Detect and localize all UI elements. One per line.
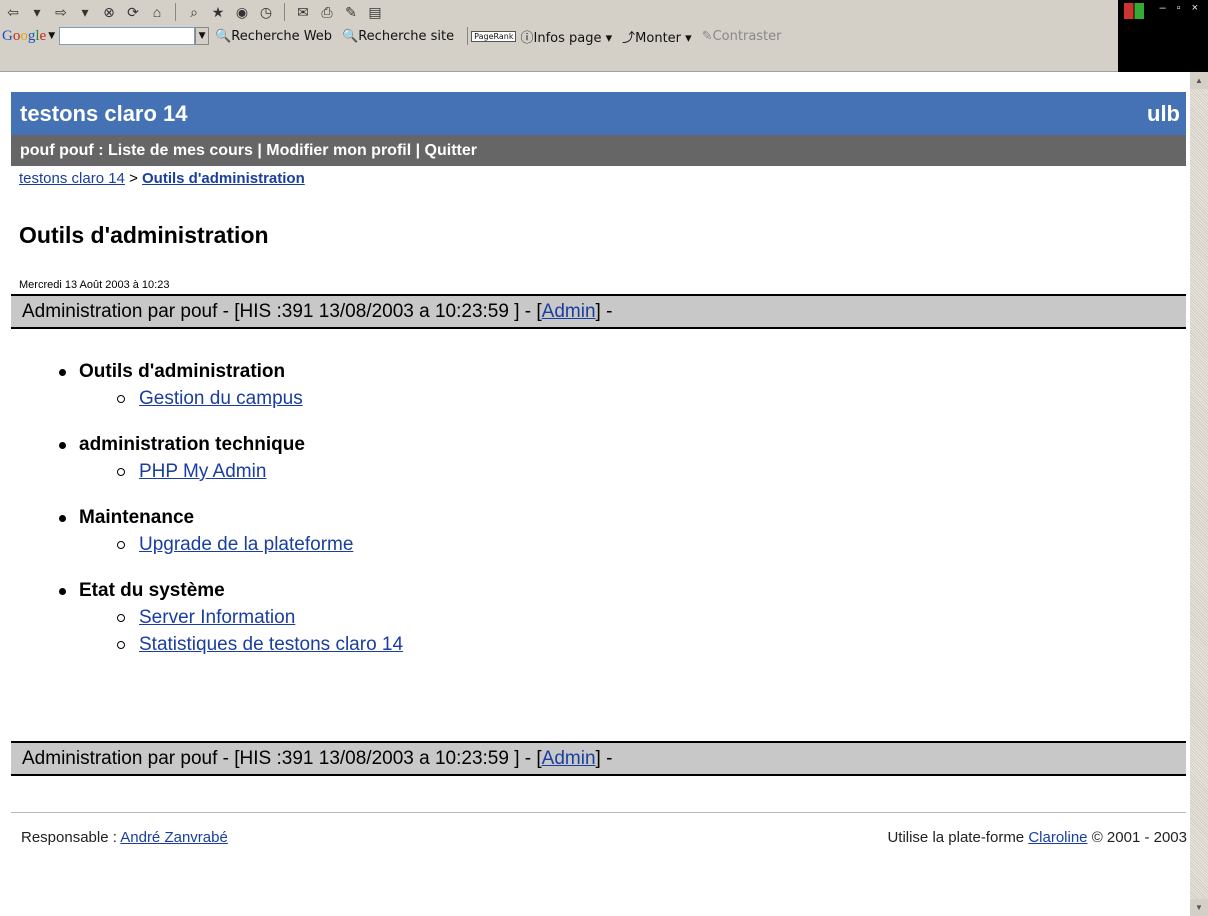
campus-management-link[interactable]: Gestion du campus bbox=[139, 388, 303, 409]
menu-category-title: administration technique bbox=[55, 431, 403, 458]
platform-upgrade-link[interactable]: Upgrade de la plateforme bbox=[139, 534, 353, 555]
edit-profile-link[interactable]: Modifier mon profil bbox=[266, 142, 411, 159]
menu-item: Server Information bbox=[55, 604, 403, 631]
search-history-dropdown-icon[interactable]: ▼ bbox=[195, 27, 210, 45]
forward-dropdown-icon[interactable]: ▾ bbox=[76, 3, 94, 21]
favorites-icon[interactable]: ★ bbox=[209, 3, 227, 21]
search-site-button[interactable]: 🔍Recherche site bbox=[342, 29, 454, 44]
edit-icon[interactable]: ✎ bbox=[342, 3, 360, 21]
toolbar-separator bbox=[175, 3, 176, 21]
print-icon[interactable]: ⎙ bbox=[318, 3, 336, 21]
menu-category: administration technique PHP My Admin bbox=[55, 431, 403, 485]
refresh-icon[interactable]: ⟳ bbox=[124, 3, 142, 21]
google-logo[interactable]: Google bbox=[2, 28, 46, 45]
stop-icon[interactable]: ⊗ bbox=[100, 3, 118, 21]
my-courses-link[interactable]: Liste de mes cours bbox=[108, 142, 253, 159]
site-name[interactable]: testons claro 14 bbox=[20, 101, 188, 127]
history-icon[interactable]: ◷ bbox=[257, 3, 275, 21]
search-web-button[interactable]: 🔍Recherche Web bbox=[215, 29, 332, 44]
discuss-icon[interactable]: ▤ bbox=[366, 3, 384, 21]
admin-link[interactable]: Admin bbox=[542, 748, 596, 769]
menu-item: Statistiques de testons claro 14 bbox=[55, 631, 403, 658]
breadcrumb: testons claro 14 > Outils d'administrati… bbox=[19, 170, 305, 187]
responsible-link[interactable]: André Zanvrabé bbox=[120, 829, 228, 846]
window-controls[interactable]: – ▫ × bbox=[1159, 2, 1202, 14]
back-icon[interactable]: ⇦ bbox=[4, 3, 22, 21]
windows-logo-icon bbox=[1124, 3, 1144, 19]
page-info-button[interactable]: ⓘInfos page ▾ bbox=[520, 27, 612, 46]
admin-status-bar-bottom: Administration par pouf - [HIS :391 13/0… bbox=[11, 741, 1186, 776]
page-title: Outils d'administration bbox=[19, 222, 269, 248]
menu-item: Gestion du campus bbox=[55, 385, 403, 412]
site-banner: testons claro 14 ulb bbox=[11, 92, 1186, 135]
forward-icon[interactable]: ⇨ bbox=[52, 3, 70, 21]
page-date: Mercredi 13 Août 2003 à 10:23 bbox=[19, 279, 170, 291]
menu-category-title: Etat du système bbox=[55, 577, 403, 604]
phpmyadmin-link[interactable]: PHP My Admin bbox=[139, 461, 266, 482]
user-bar: pouf pouf : Liste de mes cours | Modifie… bbox=[11, 135, 1186, 166]
search-icon[interactable]: ⌕ bbox=[185, 3, 203, 21]
google-search-input[interactable] bbox=[59, 27, 196, 45]
footer-platform: Utilise la plate-forme Claroline © 2001 … bbox=[887, 829, 1187, 846]
menu-item: PHP My Admin bbox=[55, 458, 403, 485]
menu-item: Upgrade de la plateforme bbox=[55, 531, 403, 558]
back-dropdown-icon[interactable]: ▾ bbox=[28, 3, 46, 21]
breadcrumb-current-link[interactable]: Outils d'administration bbox=[142, 170, 305, 187]
up-button[interactable]: ⤴Monter ▾ bbox=[622, 27, 692, 46]
media-icon[interactable]: ◉ bbox=[233, 3, 251, 21]
browser-toolbar: ⇦ ▾ ⇨ ▾ ⊗ ⟳ ⌂ ⌕ ★ ◉ ◷ ✉ ⎙ ✎ ▤ bbox=[0, 0, 1118, 24]
pagerank-indicator[interactable]: PageRank bbox=[471, 30, 517, 42]
menu-category: Maintenance Upgrade de la plateforme bbox=[55, 504, 403, 558]
statistics-link[interactable]: Statistiques de testons claro 14 bbox=[139, 634, 403, 655]
institution-name[interactable]: ulb bbox=[1147, 101, 1180, 127]
menu-category: Etat du système Server Information Stati… bbox=[55, 577, 403, 658]
footer-responsible: Responsable : André Zanvrabé bbox=[21, 829, 228, 846]
user-name: pouf pouf bbox=[20, 142, 94, 159]
highlight-button[interactable]: ✎Contraster bbox=[702, 29, 782, 44]
toolbar-separator bbox=[284, 3, 285, 21]
toolbar-separator bbox=[467, 27, 469, 45]
google-toolbar: Google ▼ ▼ 🔍Recherche Web 🔍Recherche sit… bbox=[2, 25, 792, 47]
menu-category-title: Maintenance bbox=[55, 504, 403, 531]
home-icon[interactable]: ⌂ bbox=[148, 3, 166, 21]
menu-category-title: Outils d'administration bbox=[55, 358, 403, 385]
breadcrumb-home-link[interactable]: testons claro 14 bbox=[19, 170, 125, 187]
scroll-up-icon[interactable]: ▲ bbox=[1190, 72, 1208, 89]
scroll-down-icon[interactable]: ▼ bbox=[1190, 899, 1208, 916]
window-titlebar-area: – ▫ × bbox=[1118, 0, 1208, 72]
google-menu-dropdown-icon[interactable]: ▼ bbox=[48, 31, 55, 41]
logout-link[interactable]: Quitter bbox=[425, 142, 477, 159]
footer-divider bbox=[11, 812, 1186, 813]
server-information-link[interactable]: Server Information bbox=[139, 607, 295, 628]
admin-menu: Outils d'administration Gestion du campu… bbox=[55, 358, 403, 677]
vertical-scrollbar[interactable]: ▲ ▼ bbox=[1190, 72, 1208, 916]
menu-category: Outils d'administration Gestion du campu… bbox=[55, 358, 403, 412]
claroline-link[interactable]: Claroline bbox=[1028, 829, 1087, 846]
mail-icon[interactable]: ✉ bbox=[294, 3, 312, 21]
admin-status-bar-top: Administration par pouf - [HIS :391 13/0… bbox=[11, 294, 1186, 329]
admin-link[interactable]: Admin bbox=[542, 301, 596, 322]
